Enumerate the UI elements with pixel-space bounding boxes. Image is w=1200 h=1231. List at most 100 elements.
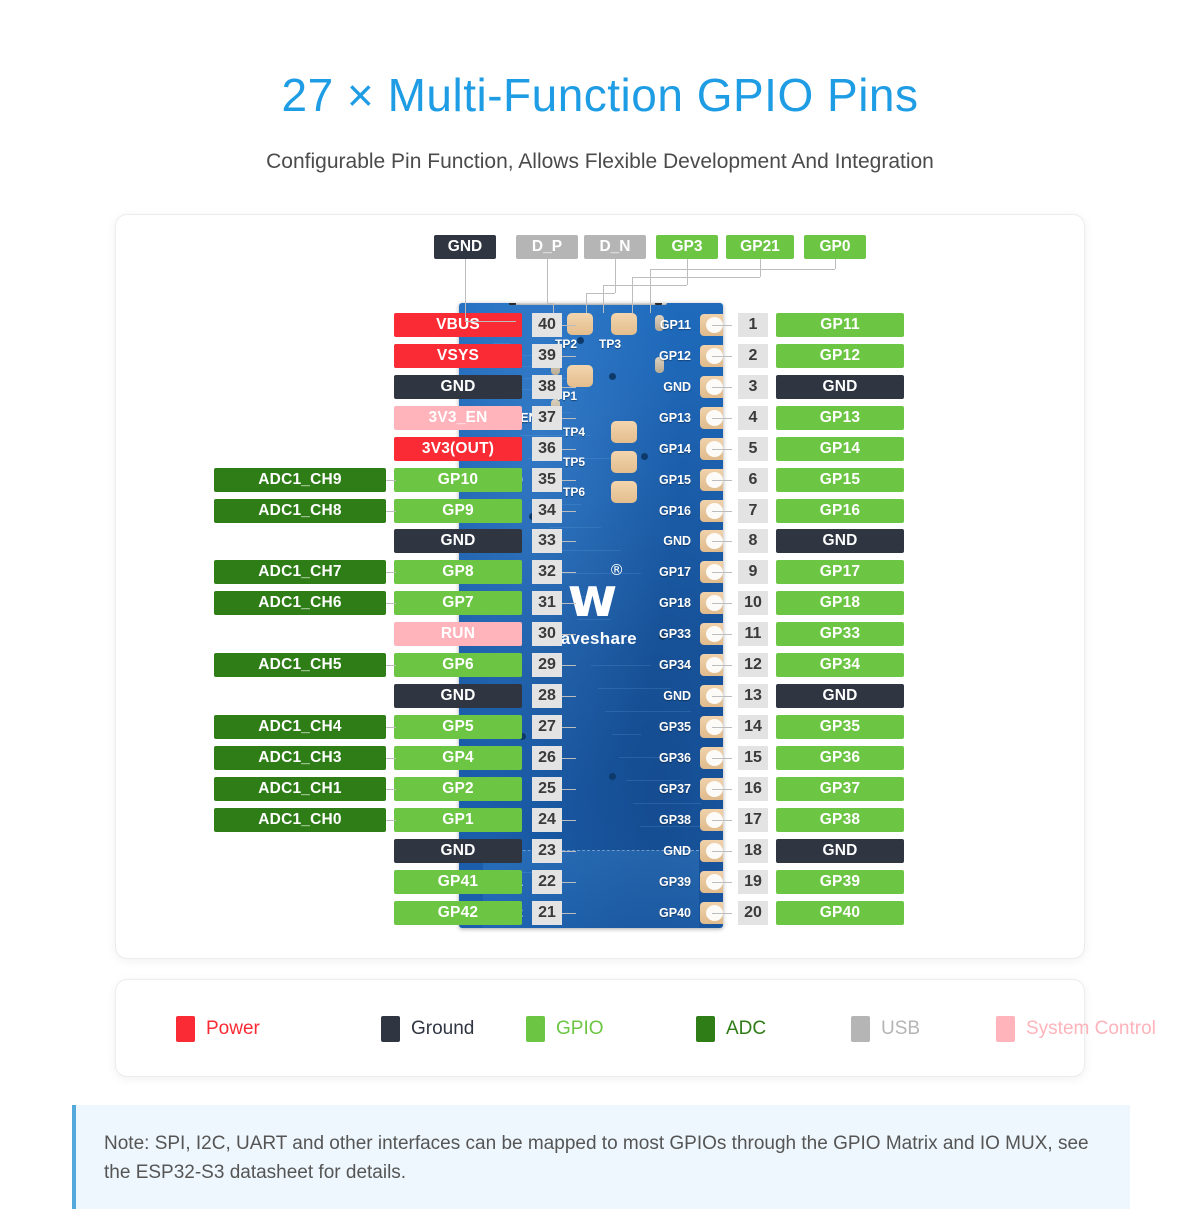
pin-label-gp7[interactable]: GP7 <box>394 591 522 616</box>
pin-number-12[interactable]: 12 <box>738 653 768 678</box>
pin-label-run[interactable]: RUN <box>394 622 522 647</box>
usb-c-connector <box>515 302 667 305</box>
function-lead <box>386 820 396 821</box>
pin-label-gnd[interactable]: GND <box>394 838 522 863</box>
pin-number-17[interactable]: 17 <box>738 808 768 832</box>
pin-label-r-gnd[interactable]: GND <box>776 529 904 554</box>
pin-label-gp5[interactable]: GP5 <box>394 715 522 740</box>
pin-label-gnd[interactable]: GND <box>394 684 522 709</box>
pin-number-18[interactable]: 18 <box>738 838 768 863</box>
pin-number-25[interactable]: 25 <box>532 777 562 802</box>
pin-number-36[interactable]: 36 <box>532 436 562 461</box>
pin-label-r-gp14[interactable]: GP14 <box>776 436 904 461</box>
pin-number-15[interactable]: 15 <box>738 746 768 771</box>
top-pin-label-gp21[interactable]: GP21 <box>726 234 794 259</box>
pin-label-gp6[interactable]: GP6 <box>394 653 522 678</box>
top-pin-label-d-n[interactable]: D_N <box>584 234 646 259</box>
pin-number-11[interactable]: 11 <box>738 622 768 647</box>
pin-function-adc1_ch0[interactable]: ADC1_CH0 <box>214 808 386 832</box>
pin-label-r-gp33[interactable]: GP33 <box>776 622 904 647</box>
pin-function-adc1_ch4[interactable]: ADC1_CH4 <box>214 715 386 740</box>
pin-label-gp9[interactable]: GP9 <box>394 498 522 523</box>
pin-number-8[interactable]: 8 <box>738 529 768 554</box>
pin-label-gp2[interactable]: GP2 <box>394 777 522 802</box>
pin-number-6[interactable]: 6 <box>738 467 768 492</box>
pin-number-7[interactable]: 7 <box>738 498 768 523</box>
pin-label-r-gp34[interactable]: GP34 <box>776 653 904 678</box>
pin-number-35[interactable]: 35 <box>532 467 562 492</box>
pin-label-r-gp15[interactable]: GP15 <box>776 467 904 492</box>
pin-number-37[interactable]: 37 <box>532 405 562 430</box>
pin-number-32[interactable]: 32 <box>532 560 562 585</box>
pin-label-r-gnd[interactable]: GND <box>776 684 904 709</box>
pinout-diagram: TP1TP2TP3TP4TP5TP6w®WaveshareVbusVsysGND… <box>116 215 1086 960</box>
pin-label-r-gp38[interactable]: GP38 <box>776 808 904 832</box>
pin-function-adc1_ch7[interactable]: ADC1_CH7 <box>214 560 386 585</box>
pin-label-gp8[interactable]: GP8 <box>394 560 522 585</box>
pin-label-r-gp18[interactable]: GP18 <box>776 591 904 616</box>
pin-number-22[interactable]: 22 <box>532 869 562 894</box>
pin-number-3[interactable]: 3 <box>738 374 768 399</box>
pin-number-39[interactable]: 39 <box>532 343 562 368</box>
top-pin-label-gp0[interactable]: GP0 <box>804 234 866 259</box>
pin-number-34[interactable]: 34 <box>532 498 562 523</box>
pin-function-adc1_ch6[interactable]: ADC1_CH6 <box>214 591 386 616</box>
pin-number-16[interactable]: 16 <box>738 777 768 802</box>
pin-number-1[interactable]: 1 <box>738 312 768 337</box>
pin-label-r-gp13[interactable]: GP13 <box>776 405 904 430</box>
pin-number-38[interactable]: 38 <box>532 374 562 399</box>
pin-number-19[interactable]: 19 <box>738 869 768 894</box>
pin-label-r-gnd[interactable]: GND <box>776 374 904 399</box>
pin-label-r-gnd[interactable]: GND <box>776 838 904 863</box>
pin-label-vbus[interactable]: VBUS <box>394 312 522 337</box>
pin-label-r-gp36[interactable]: GP36 <box>776 746 904 771</box>
pin-number-20[interactable]: 20 <box>738 900 768 925</box>
pin-number-40[interactable]: 40 <box>532 312 562 337</box>
pin-number-13[interactable]: 13 <box>738 684 768 709</box>
pin-number-27[interactable]: 27 <box>532 715 562 740</box>
pin-number-5[interactable]: 5 <box>738 436 768 461</box>
top-pin-label-d-p[interactable]: D_P <box>516 234 578 259</box>
pin-label-gp10[interactable]: GP10 <box>394 467 522 492</box>
pin-number-14[interactable]: 14 <box>738 715 768 740</box>
pin-number-33[interactable]: 33 <box>532 529 562 554</box>
top-pin-label-gp3[interactable]: GP3 <box>656 234 718 259</box>
pin-function-adc1_ch5[interactable]: ADC1_CH5 <box>214 653 386 678</box>
pin-function-adc1_ch1[interactable]: ADC1_CH1 <box>214 777 386 802</box>
pin-number-24[interactable]: 24 <box>532 808 562 832</box>
pin-label-gnd[interactable]: GND <box>394 529 522 554</box>
pin-label-gp1[interactable]: GP1 <box>394 808 522 832</box>
pin-label-r-gp40[interactable]: GP40 <box>776 900 904 925</box>
pin-function-adc1_ch9[interactable]: ADC1_CH9 <box>214 467 386 492</box>
pin-number-30[interactable]: 30 <box>532 622 562 647</box>
pin-number-29[interactable]: 29 <box>532 653 562 678</box>
pin-number-9[interactable]: 9 <box>738 560 768 585</box>
pin-number-10[interactable]: 10 <box>738 591 768 616</box>
pin-number-28[interactable]: 28 <box>532 684 562 709</box>
function-lead <box>386 603 396 605</box>
pin-number-23[interactable]: 23 <box>532 838 562 863</box>
pin-label-gp41[interactable]: GP41 <box>394 869 522 894</box>
pin-label-gp42[interactable]: GP42 <box>394 900 522 925</box>
pin-label-vsys[interactable]: VSYS <box>394 343 522 368</box>
pin-label-3v3-en[interactable]: 3V3_EN <box>394 405 522 430</box>
pin-lead-left <box>562 479 576 481</box>
pin-label-3v3-out-[interactable]: 3V3(OUT) <box>394 436 522 461</box>
pin-number-4[interactable]: 4 <box>738 405 768 430</box>
pin-label-r-gp37[interactable]: GP37 <box>776 777 904 802</box>
pin-number-31[interactable]: 31 <box>532 591 562 616</box>
pin-label-r-gp39[interactable]: GP39 <box>776 869 904 894</box>
top-pin-label-gnd[interactable]: GND <box>434 234 496 259</box>
pin-label-gp4[interactable]: GP4 <box>394 746 522 771</box>
pin-label-r-gp16[interactable]: GP16 <box>776 498 904 523</box>
pin-label-r-gp11[interactable]: GP11 <box>776 312 904 337</box>
pin-function-adc1_ch8[interactable]: ADC1_CH8 <box>214 498 386 523</box>
pin-number-26[interactable]: 26 <box>532 746 562 771</box>
pin-label-r-gp17[interactable]: GP17 <box>776 560 904 585</box>
pin-label-gnd[interactable]: GND <box>394 374 522 399</box>
pin-label-r-gp12[interactable]: GP12 <box>776 343 904 368</box>
pin-number-2[interactable]: 2 <box>738 343 768 368</box>
pin-number-21[interactable]: 21 <box>532 900 562 925</box>
pin-function-adc1_ch3[interactable]: ADC1_CH3 <box>214 746 386 771</box>
pin-label-r-gp35[interactable]: GP35 <box>776 715 904 740</box>
